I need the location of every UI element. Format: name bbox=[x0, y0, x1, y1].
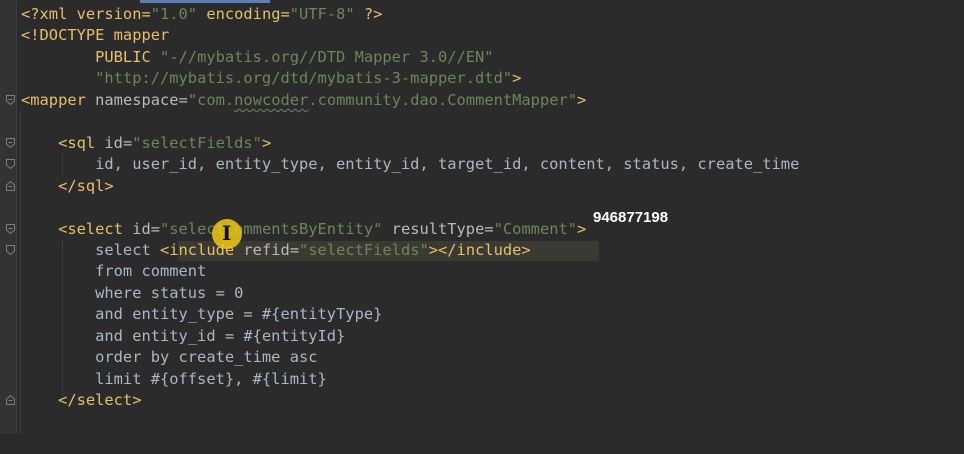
editor-gutter[interactable] bbox=[0, 0, 16, 434]
code-token: <?xml version= bbox=[21, 5, 151, 23]
fold-close-icon[interactable] bbox=[6, 395, 15, 405]
code-token: "http://mybatis.org/dtd/mybatis-3-mapper… bbox=[95, 69, 513, 88]
code-token: > bbox=[261, 133, 272, 152]
fold-close-icon[interactable] bbox=[6, 181, 15, 191]
fold-open-icon[interactable] bbox=[6, 95, 15, 105]
code-token: limit #{offset}, #{limit} bbox=[21, 369, 327, 388]
code-token: "selectFields" bbox=[299, 240, 429, 259]
code-line[interactable]: "http://mybatis.org/dtd/mybatis-3-mapper… bbox=[21, 68, 521, 89]
overlay-watermark-number: 946877198 bbox=[593, 209, 669, 226]
code-token: <mapper bbox=[21, 90, 96, 109]
code-token: "com. bbox=[187, 90, 235, 109]
code-token: resultType= bbox=[382, 219, 494, 238]
code-line[interactable]: id, user_id, entity_type, entity_id, tar… bbox=[21, 154, 799, 175]
code-token: <!DOCTYPE mapper bbox=[21, 26, 170, 45]
code-token: </sql> bbox=[21, 176, 114, 195]
code-token: from comment bbox=[21, 262, 207, 281]
code-line[interactable]: <?xml version="1.0" encoding="UTF-8" ?> bbox=[21, 4, 382, 25]
code-token: where status = 0 bbox=[21, 283, 244, 302]
code-token: > bbox=[577, 90, 587, 109]
code-token: <select bbox=[21, 219, 133, 238]
code-token: nowcoder bbox=[234, 90, 309, 109]
code-line[interactable]: </select> bbox=[21, 390, 141, 411]
code-line[interactable]: and entity_type = #{entityType} bbox=[21, 304, 382, 325]
code-token: PUBLIC bbox=[21, 47, 160, 66]
code-line[interactable]: order by create_time asc bbox=[21, 347, 318, 368]
code-line[interactable]: limit #{offset}, #{limit} bbox=[21, 369, 327, 390]
code-token: select bbox=[21, 240, 160, 259]
code-token: "-//mybatis.org//DTD Mapper 3.0//EN" bbox=[160, 47, 494, 66]
fold-open-icon[interactable] bbox=[6, 138, 15, 148]
code-token: "1.0" bbox=[150, 5, 198, 23]
code-token: ></include> bbox=[428, 240, 531, 259]
tab-indicator bbox=[140, 0, 270, 3]
code-line[interactable]: <!DOCTYPE mapper bbox=[21, 25, 169, 46]
code-token: and entity_type = #{entityType} bbox=[21, 305, 383, 324]
code-token: id= bbox=[132, 219, 161, 238]
code-line[interactable]: where status = 0 bbox=[21, 283, 243, 304]
code-line[interactable]: from comment bbox=[21, 261, 206, 282]
code-line[interactable]: <select id="selectCommentsByEntity" resu… bbox=[21, 219, 586, 240]
code-token: id, user_id, entity_type, entity_id, tar… bbox=[21, 155, 800, 174]
code-token: refid= bbox=[243, 240, 300, 259]
code-token: .community.dao.CommentMapper" bbox=[308, 90, 578, 109]
code-line[interactable]: <sql id="selectFields"> bbox=[21, 133, 271, 154]
code-token: namespace= bbox=[95, 90, 188, 109]
code-token: <sql bbox=[21, 133, 105, 152]
code-token: > bbox=[577, 219, 587, 238]
code-token: "UTF-8" bbox=[289, 5, 355, 23]
code-token: </select> bbox=[21, 391, 142, 410]
fold-marker-icon[interactable] bbox=[6, 245, 15, 255]
code-line[interactable]: </sql> bbox=[21, 176, 114, 197]
code-token: "selectCommentsByEntity" bbox=[160, 219, 383, 238]
gutter-separator bbox=[16, 0, 17, 434]
code-token: ?> bbox=[354, 5, 383, 23]
code-token: "Comment" bbox=[493, 219, 578, 238]
code-line[interactable] bbox=[21, 433, 58, 454]
code-token: encoding= bbox=[197, 5, 290, 23]
code-token: "selectFields" bbox=[132, 133, 262, 152]
fold-marker-icon[interactable] bbox=[6, 159, 15, 169]
code-line[interactable]: PUBLIC "-//mybatis.org//DTD Mapper 3.0//… bbox=[21, 47, 494, 68]
code-token: and entity_id = #{entityId} bbox=[21, 326, 346, 345]
code-line[interactable]: and entity_id = #{entityId} bbox=[21, 326, 345, 347]
code-line[interactable]: select <include refid="selectFields"></i… bbox=[21, 240, 531, 261]
code-token: id= bbox=[104, 133, 133, 152]
text-cursor-icon: I bbox=[222, 221, 232, 245]
code-token: > bbox=[512, 69, 522, 88]
code-token: order by create_time asc bbox=[21, 348, 318, 367]
fold-open-icon[interactable] bbox=[6, 224, 15, 234]
code-line[interactable]: <mapper namespace="com.nowcoder.communit… bbox=[21, 90, 586, 111]
